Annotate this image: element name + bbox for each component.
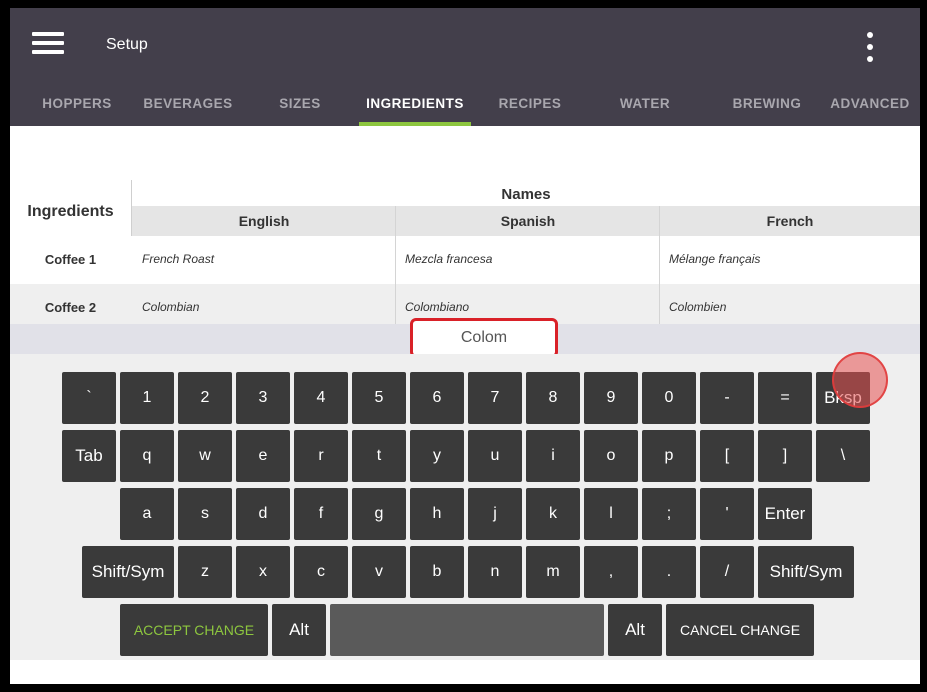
accept-change-button[interactable]: ACCEPT CHANGE bbox=[120, 604, 268, 656]
key-p[interactable]: p bbox=[642, 430, 696, 482]
key-e[interactable]: e bbox=[236, 430, 290, 482]
language-header-french: French bbox=[766, 213, 814, 229]
key-r[interactable]: r bbox=[294, 430, 348, 482]
column-divider bbox=[395, 206, 396, 326]
key-t[interactable]: t bbox=[352, 430, 406, 482]
key-n[interactable]: n bbox=[468, 546, 522, 598]
key-semicolon[interactable]: ; bbox=[642, 488, 696, 540]
key-period[interactable]: . bbox=[642, 546, 696, 598]
on-screen-keyboard: ` 1 2 3 4 5 6 7 8 9 0 - = Bksp Tab q w e… bbox=[10, 354, 920, 660]
key-left-bracket[interactable]: [ bbox=[700, 430, 754, 482]
key-l[interactable]: l bbox=[584, 488, 638, 540]
language-header-english: English bbox=[238, 213, 290, 229]
tab-advanced[interactable]: ADVANCED bbox=[822, 88, 918, 126]
key-alt-left[interactable]: Alt bbox=[272, 604, 326, 656]
key-v[interactable]: v bbox=[352, 546, 406, 598]
key-q[interactable]: q bbox=[120, 430, 174, 482]
language-header-row: English Spanish French bbox=[132, 206, 920, 236]
tab-water[interactable]: WATER bbox=[610, 88, 680, 126]
key-minus[interactable]: - bbox=[700, 372, 754, 424]
key-apostrophe[interactable]: ' bbox=[700, 488, 754, 540]
key-s[interactable]: s bbox=[178, 488, 232, 540]
key-1[interactable]: 1 bbox=[120, 372, 174, 424]
page-title: Setup bbox=[106, 36, 148, 53]
edit-input[interactable] bbox=[416, 325, 552, 351]
key-6[interactable]: 6 bbox=[410, 372, 464, 424]
ingredients-column-header: Ingredients bbox=[27, 203, 114, 220]
name-cell-english[interactable]: Colombian bbox=[142, 300, 199, 314]
tab-bar: HOPPERS BEVERAGES SIZES INGREDIENTS RECI… bbox=[10, 88, 920, 126]
key-a[interactable]: a bbox=[120, 488, 174, 540]
name-cell-spanish[interactable]: Mezcla francesa bbox=[405, 252, 492, 266]
key-j[interactable]: j bbox=[468, 488, 522, 540]
tab-ingredients[interactable]: INGREDIENTS bbox=[359, 88, 471, 126]
app-window: Setup HOPPERS BEVERAGES SIZES INGREDIENT… bbox=[10, 8, 920, 684]
active-tab-indicator bbox=[359, 122, 471, 126]
edit-box[interactable] bbox=[410, 318, 558, 358]
key-h[interactable]: h bbox=[410, 488, 464, 540]
name-cell-french[interactable]: Colombien bbox=[669, 300, 726, 314]
key-right-bracket[interactable]: ] bbox=[758, 430, 812, 482]
key-enter[interactable]: Enter bbox=[758, 488, 812, 540]
bottom-strip bbox=[10, 660, 920, 684]
app-bar: Setup HOPPERS BEVERAGES SIZES INGREDIENT… bbox=[10, 8, 920, 126]
tab-beverages[interactable]: BEVERAGES bbox=[140, 88, 236, 126]
key-w[interactable]: w bbox=[178, 430, 232, 482]
cancel-change-button[interactable]: CANCEL CHANGE bbox=[666, 604, 814, 656]
key-z[interactable]: z bbox=[178, 546, 232, 598]
tab-sizes[interactable]: SIZES bbox=[270, 88, 330, 126]
table-row: Coffee 1 French Roast Mezcla francesa Mé… bbox=[10, 236, 920, 284]
row-label: Coffee 1 bbox=[44, 252, 97, 267]
row-label: Coffee 2 bbox=[44, 300, 97, 315]
key-m[interactable]: m bbox=[526, 546, 580, 598]
name-cell-french[interactable]: Mélange français bbox=[669, 252, 760, 266]
key-space[interactable] bbox=[330, 604, 604, 656]
key-i[interactable]: i bbox=[526, 430, 580, 482]
tab-hoppers[interactable]: HOPPERS bbox=[32, 88, 122, 126]
name-cell-english[interactable]: French Roast bbox=[142, 252, 214, 266]
key-tab[interactable]: Tab bbox=[62, 430, 116, 482]
key-k[interactable]: k bbox=[526, 488, 580, 540]
key-u[interactable]: u bbox=[468, 430, 522, 482]
key-4[interactable]: 4 bbox=[294, 372, 348, 424]
key-b[interactable]: b bbox=[410, 546, 464, 598]
key-f[interactable]: f bbox=[294, 488, 348, 540]
key-o[interactable]: o bbox=[584, 430, 638, 482]
key-9[interactable]: 9 bbox=[584, 372, 638, 424]
key-7[interactable]: 7 bbox=[468, 372, 522, 424]
key-shift-sym-right[interactable]: Shift/Sym bbox=[758, 546, 854, 598]
key-backslash[interactable]: \ bbox=[816, 430, 870, 482]
key-5[interactable]: 5 bbox=[352, 372, 406, 424]
tab-recipes[interactable]: RECIPES bbox=[488, 88, 572, 126]
language-header-spanish: Spanish bbox=[500, 213, 556, 229]
key-slash[interactable]: / bbox=[700, 546, 754, 598]
key-y[interactable]: y bbox=[410, 430, 464, 482]
key-x[interactable]: x bbox=[236, 546, 290, 598]
more-options-icon[interactable] bbox=[858, 30, 882, 66]
key-g[interactable]: g bbox=[352, 488, 406, 540]
key-d[interactable]: d bbox=[236, 488, 290, 540]
key-alt-right[interactable]: Alt bbox=[608, 604, 662, 656]
name-cell-spanish[interactable]: Colombiano bbox=[405, 300, 469, 314]
key-backtick[interactable]: ` bbox=[62, 372, 116, 424]
hamburger-menu-icon[interactable] bbox=[32, 30, 68, 60]
column-divider bbox=[659, 206, 660, 326]
key-0[interactable]: 0 bbox=[642, 372, 696, 424]
names-column-header: Names bbox=[501, 186, 551, 203]
key-8[interactable]: 8 bbox=[526, 372, 580, 424]
tab-brewing[interactable]: BREWING bbox=[724, 88, 810, 126]
key-c[interactable]: c bbox=[294, 546, 348, 598]
key-2[interactable]: 2 bbox=[178, 372, 232, 424]
key-backspace[interactable]: Bksp bbox=[816, 372, 870, 424]
key-comma[interactable]: , bbox=[584, 546, 638, 598]
key-shift-sym-left[interactable]: Shift/Sym bbox=[82, 546, 174, 598]
key-equals[interactable]: = bbox=[758, 372, 812, 424]
key-3[interactable]: 3 bbox=[236, 372, 290, 424]
